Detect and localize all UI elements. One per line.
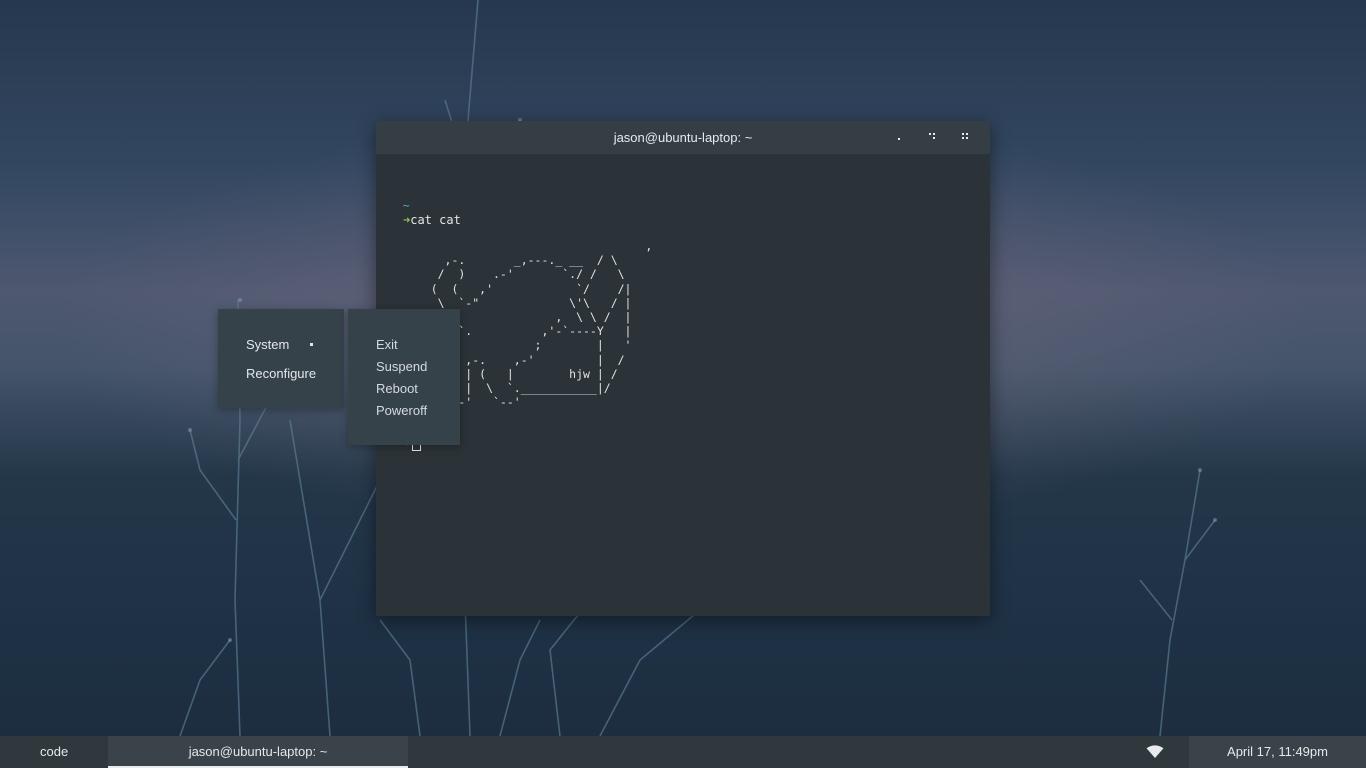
- minimize-icon: [898, 138, 900, 140]
- taskbar-item-code[interactable]: code: [0, 736, 108, 768]
- command-text: cat cat: [410, 213, 461, 227]
- taskbar-item-terminal[interactable]: jason@ubuntu-laptop: ~: [108, 736, 408, 768]
- ascii-cat-art: , ,-. _,---._ __ / \ / ) .-' `./ / \ ( (…: [430, 239, 653, 410]
- terminal-titlebar[interactable]: jason@ubuntu-laptop: ~: [376, 121, 990, 154]
- maximize-icon: [929, 133, 935, 139]
- clock[interactable]: April 17, 11:49pm: [1189, 736, 1366, 768]
- menu-item-reboot[interactable]: Reboot: [376, 381, 418, 396]
- command-line: ➜cat cat: [403, 211, 980, 229]
- minimize-button[interactable]: [891, 129, 907, 145]
- input-line[interactable]: ➜: [403, 433, 980, 452]
- submenu-indicator-icon: [310, 343, 313, 346]
- menu-item-exit[interactable]: Exit: [376, 337, 398, 352]
- maximize-button[interactable]: [924, 129, 940, 145]
- close-button[interactable]: [957, 129, 973, 145]
- prompt-directory: ~: [403, 199, 410, 212]
- menu-item-reconfigure[interactable]: Reconfigure: [246, 366, 316, 381]
- terminal-output[interactable]: ~ ➜cat cat , ,-. _,---._ __ / \ / ) .-' …: [403, 199, 980, 452]
- system-submenu: Exit Suspend Reboot Poweroff: [348, 309, 460, 445]
- menu-item-system[interactable]: System: [246, 337, 289, 352]
- terminal-window[interactable]: jason@ubuntu-laptop: ~ ~ ➜cat cat , ,-. …: [376, 121, 990, 616]
- root-menu: System Reconfigure: [218, 309, 344, 408]
- menu-item-poweroff[interactable]: Poweroff: [376, 403, 427, 418]
- close-icon: [962, 133, 968, 139]
- taskbar: code jason@ubuntu-laptop: ~ April 17, 11…: [0, 736, 1366, 768]
- prompt-directory-2: ~: [403, 422, 980, 433]
- wifi-icon[interactable]: [1146, 745, 1164, 759]
- menu-item-suspend[interactable]: Suspend: [376, 359, 427, 374]
